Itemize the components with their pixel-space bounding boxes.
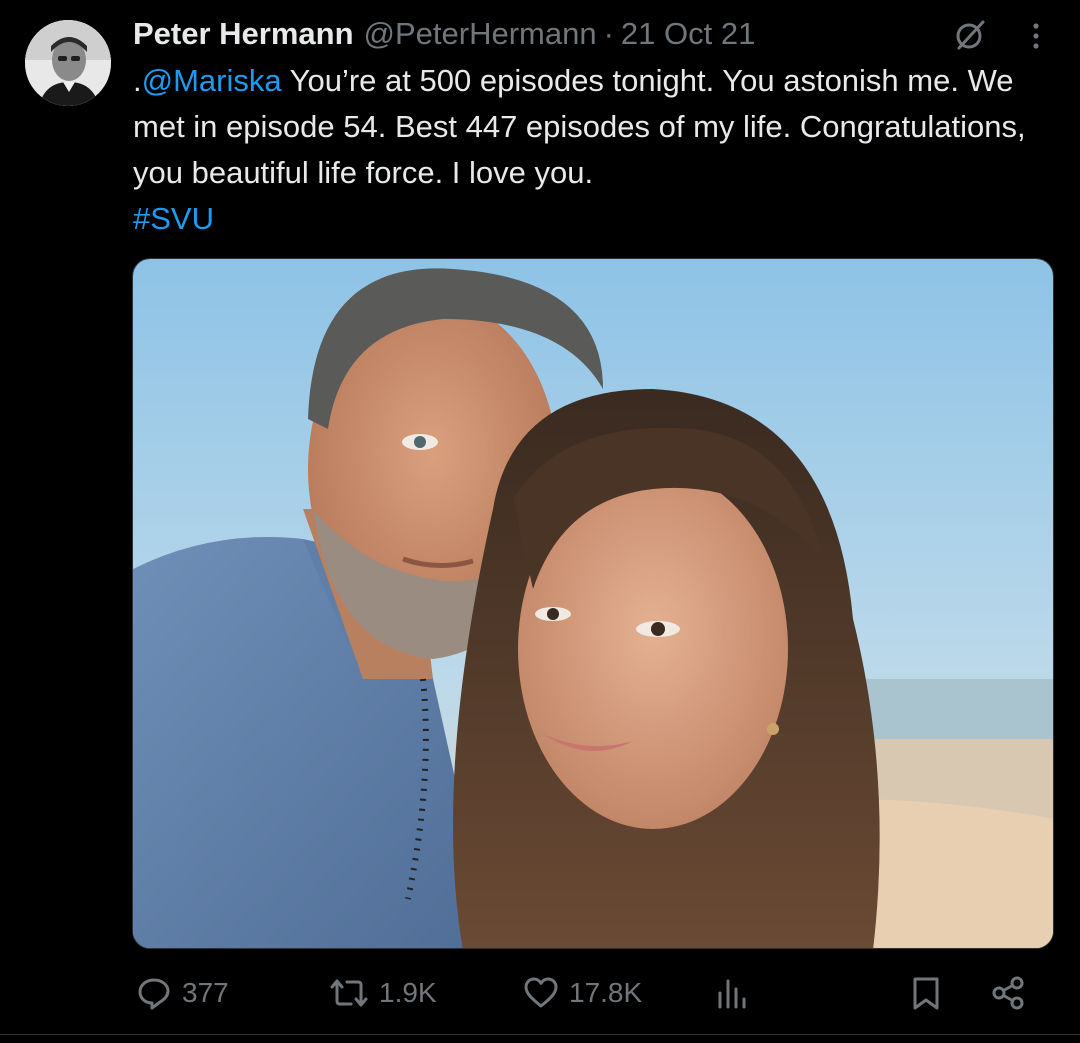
like-count: 17.8K — [569, 977, 643, 1008]
share-button[interactable] — [990, 968, 1026, 1018]
author-handle[interactable]: @PeterHermann — [364, 16, 597, 52]
divider — [0, 1034, 1080, 1035]
avatar[interactable] — [25, 20, 111, 106]
bookmark-icon — [913, 977, 939, 1010]
heart-icon — [524, 977, 558, 1008]
more-options-icon[interactable] — [1024, 18, 1048, 54]
selfie-photo-icon — [133, 259, 1053, 948]
reply-count: 377 — [182, 977, 229, 1008]
tweet-prefix: . — [133, 63, 142, 98]
tweet: Peter Hermann @PeterHermann · 21 Oct 21 … — [0, 0, 1080, 1043]
separator-dot: · — [603, 16, 614, 51]
like-button[interactable]: 17.8K — [523, 968, 642, 1018]
repost-icon — [330, 979, 368, 1007]
bookmark-button[interactable] — [910, 968, 942, 1018]
hashtag-link[interactable]: #SVU — [133, 201, 214, 236]
tweet-date[interactable]: 21 Oct 21 — [621, 16, 755, 52]
author-name[interactable]: Peter Hermann — [133, 16, 354, 52]
reply-button[interactable]: 377 — [136, 968, 229, 1018]
repost-count: 1.9K — [379, 977, 437, 1008]
share-icon — [992, 976, 1024, 1010]
profile-avatar-icon — [25, 20, 111, 106]
tweet-header: Peter Hermann @PeterHermann · 21 Oct 21 — [133, 14, 755, 54]
reply-icon — [138, 978, 170, 1010]
views-button[interactable] — [716, 968, 748, 1018]
grok-icon[interactable] — [953, 18, 987, 52]
analytics-icon — [718, 979, 746, 1009]
tweet-text: .@Mariska You’re at 500 episodes tonight… — [133, 58, 1058, 242]
mention-link[interactable]: @Mariska — [142, 63, 282, 98]
action-bar: 377 1.9K 17.8K — [0, 968, 1080, 1018]
tweet-photo[interactable] — [132, 258, 1054, 949]
repost-button[interactable]: 1.9K — [329, 968, 437, 1018]
